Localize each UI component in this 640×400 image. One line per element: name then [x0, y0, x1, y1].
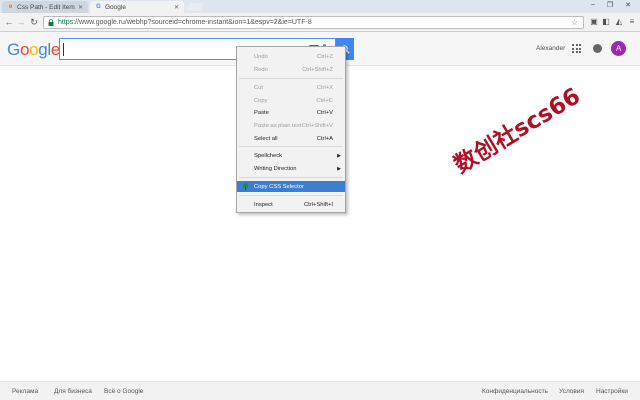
menu-item-label: Cut — [254, 84, 264, 91]
avatar[interactable]: A — [611, 41, 626, 56]
extension-favicon-icon: e — [8, 4, 13, 10]
menu-item-label: Undo — [254, 53, 268, 60]
menu-separator — [239, 177, 343, 178]
menu-item-shortcut: Ctrl+X — [316, 84, 333, 91]
menu-separator — [239, 146, 343, 147]
submenu-arrow-icon: ▶ — [337, 152, 341, 159]
menu-item-shortcut: Ctrl+Shift+I — [304, 201, 333, 208]
menu-item-shortcut: Ctrl+A — [316, 135, 333, 142]
menu-item-label: Spellcheck — [254, 152, 283, 159]
menu-icon[interactable]: ≡ — [627, 17, 637, 26]
extension-puzzle-icon[interactable]: ◭ — [614, 17, 624, 26]
tab-title: Google — [105, 3, 126, 11]
menu-item-spellcheck[interactable]: Spellcheck ▶ — [237, 150, 345, 161]
menu-item-shortcut: Ctrl+V — [316, 109, 333, 116]
tree-icon — [242, 183, 249, 190]
menu-item-copy[interactable]: Copy Ctrl+C — [237, 95, 345, 106]
menu-item-copy-css-selector[interactable]: Copy CSS Selector — [237, 181, 345, 192]
tab-strip: e Css Path - Edit Item ✕ G Google ✕ – ❐ … — [0, 0, 640, 13]
context-menu: Undo Ctrl+Z Redo Ctrl+Shift+Z Cut Ctrl+X Copy C… — [236, 46, 346, 213]
menu-item-label: Paste — [254, 109, 269, 116]
footer-link-terms[interactable]: Условия — [559, 388, 584, 395]
logo-letter: o — [29, 40, 39, 59]
menu-item-label: Redo — [254, 66, 268, 73]
tab-css-path[interactable]: e Css Path - Edit Item ✕ — [2, 1, 88, 13]
menu-item-paste-as-plain-text[interactable]: Paste as plain text Ctrl+Shift+V — [237, 120, 345, 131]
lock-icon — [48, 19, 54, 26]
menu-item-inspect[interactable]: Inspect Ctrl+Shift+I — [237, 199, 345, 210]
footer-link-advertising[interactable]: Реклама — [12, 388, 38, 395]
google-favicon-icon: G — [96, 4, 101, 10]
translate-icon[interactable]: ▣ — [589, 17, 599, 26]
url-scheme: https — [58, 19, 74, 26]
footer-link-settings[interactable]: Настройки — [596, 388, 628, 395]
extension-icon[interactable]: ◧ — [601, 17, 611, 26]
menu-item-writing-direction[interactable]: Writing Direction ▶ — [237, 163, 345, 174]
menu-item-shortcut: Ctrl+C — [316, 97, 333, 104]
apps-grid-icon[interactable] — [572, 44, 581, 53]
menu-item-shortcut: Ctrl+Shift+V — [301, 122, 333, 129]
close-tab-icon[interactable]: ✕ — [78, 4, 83, 11]
menu-item-paste[interactable]: Paste Ctrl+V — [237, 107, 345, 118]
text-caret — [63, 43, 64, 56]
menu-item-shortcut: Ctrl+Shift+Z — [302, 66, 333, 73]
menu-item-undo[interactable]: Undo Ctrl+Z — [237, 51, 345, 62]
back-arrow-icon[interactable]: ← — [4, 17, 14, 27]
menu-item-label: Select all — [254, 135, 278, 142]
google-footer: Реклама Для бизнеса Всё о Google Конфиде… — [0, 381, 640, 400]
restore-button[interactable]: ❐ — [603, 1, 617, 9]
menu-item-shortcut: Ctrl+Z — [317, 53, 333, 60]
reload-icon[interactable]: ↻ — [29, 17, 39, 27]
new-tab-button[interactable] — [186, 3, 204, 11]
tab-title: Css Path - Edit Item — [17, 3, 75, 11]
user-name[interactable]: Alexander — [536, 45, 565, 52]
logo-letter: G — [7, 40, 20, 59]
menu-item-select-all[interactable]: Select all Ctrl+A — [237, 133, 345, 144]
menu-item-label: Copy CSS Selector — [254, 183, 304, 190]
close-window-button[interactable]: ✕ — [621, 1, 635, 9]
footer-link-about[interactable]: Всё о Google — [104, 388, 143, 395]
menu-item-label: Copy — [254, 97, 268, 104]
bookmark-star-icon[interactable]: ☆ — [571, 18, 578, 27]
close-tab-icon[interactable]: ✕ — [174, 4, 179, 11]
menu-item-label: Paste as plain text — [254, 122, 302, 129]
tab-google[interactable]: G Google ✕ — [90, 1, 184, 13]
minimize-button[interactable]: – — [586, 1, 600, 8]
logo-letter: o — [19, 40, 30, 59]
menu-separator — [239, 195, 343, 196]
menu-item-redo[interactable]: Redo Ctrl+Shift+Z — [237, 64, 345, 75]
footer-link-business[interactable]: Для бизнеса — [54, 388, 92, 395]
menu-item-label: Writing Direction — [254, 165, 297, 172]
menu-separator — [239, 78, 343, 79]
menu-item-cut[interactable]: Cut Ctrl+X — [237, 82, 345, 93]
forward-arrow-icon[interactable]: → — [16, 17, 26, 27]
url-text: ://www.google.ru/webhp?sourceid=chrome-i… — [73, 19, 312, 26]
browser-toolbar: ← → ↻ https://www.google.ru/webhp?source… — [0, 13, 640, 32]
footer-link-privacy[interactable]: Конфиденциальность — [482, 388, 548, 395]
submenu-arrow-icon: ▶ — [337, 165, 341, 172]
address-bar[interactable]: https://www.google.ru/webhp?sourceid=chr… — [43, 16, 584, 29]
watermark-text: 数创社scs66 — [449, 83, 585, 179]
menu-item-label: Inspect — [254, 201, 273, 208]
google-logo[interactable]: Google — [7, 40, 60, 60]
notifications-bell-icon[interactable] — [593, 44, 602, 53]
